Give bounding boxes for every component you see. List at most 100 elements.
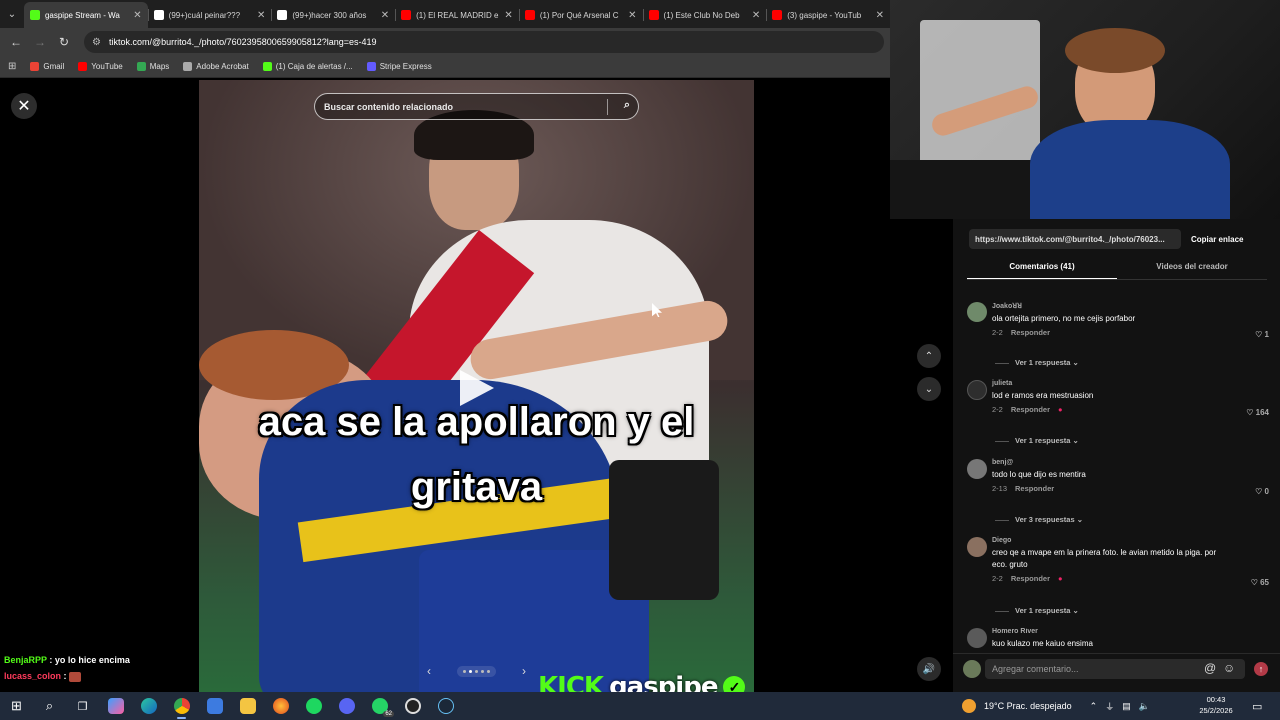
usb-icon[interactable]: ⏚ [1105,700,1114,713]
reply-button[interactable]: Responder [1011,328,1050,337]
reload-button[interactable]: ↻ [54,32,74,52]
comment-avatar[interactable] [967,537,987,557]
bookmark-item[interactable]: (1) Caja de alertas /... [262,62,353,71]
store-button[interactable] [198,692,231,720]
carousel-dot[interactable] [487,669,490,673]
tray-chevron-icon[interactable]: ⌃ [1090,701,1098,712]
discord-button[interactable] [330,692,363,720]
browser-tab[interactable]: (1) Este Club No Deb ✕ [642,2,767,28]
close-button[interactable]: ✕ [11,93,37,119]
send-comment-button[interactable]: ↑ [1254,662,1268,676]
comment-like-button[interactable]: ♡ 65 [1251,578,1269,587]
browser-tab[interactable]: (1) El REAL MADRID e ✕ [395,2,519,28]
volume-icon[interactable]: 🔊 [917,657,941,681]
tab-close-icon[interactable]: ✕ [876,10,884,21]
reply-button[interactable]: Responder [1011,574,1050,583]
tab-title: (3) gaspipe - YouTub [787,10,862,20]
tab-creator-videos[interactable]: Videos del creador [1117,258,1267,280]
forward-button[interactable]: → [30,32,50,52]
edge-button[interactable] [132,692,165,720]
comment-like-button[interactable]: ♡ 0 [1255,487,1269,496]
chrome-button[interactable] [165,692,198,720]
comment-username[interactable]: Diego [992,537,1219,544]
view-replies-button[interactable]: Ver 1 respuesta ⌄ [992,358,1079,367]
weather-icon[interactable] [962,699,976,713]
comment-avatar[interactable] [967,302,987,322]
browser-tab[interactable]: (3) gaspipe - YouTub ✕ [766,2,890,28]
bookmark-item[interactable]: Adobe Acrobat [183,62,249,71]
apps-grid-icon[interactable]: ⊞ [8,61,16,72]
share-link-field[interactable]: https://www.tiktok.com/@burrito4._/photo… [969,229,1181,249]
firefox-button[interactable] [264,692,297,720]
comment-username[interactable]: Joakoꓤꓤ [992,302,1269,310]
bookmark-item[interactable]: Maps [136,62,169,71]
comment-username[interactable]: Homero River [992,628,1269,635]
notifications-icon[interactable]: ▭ [1252,700,1262,713]
carousel-dot[interactable] [481,669,484,673]
emoji-icon[interactable]: ☺ [1223,661,1235,675]
bookmark-item[interactable]: Stripe Express [366,62,432,71]
bookmark-favicon-icon [366,62,376,71]
comment-item: Joakoꓤꓤ ola ortejita primero, no me ceji… [967,302,1269,367]
tab-close-icon[interactable]: ✕ [628,10,636,21]
comment-avatar[interactable] [967,628,987,648]
previous-post-button[interactable]: ⌃ [917,344,941,368]
tab-comments[interactable]: Comentarios (41) [967,258,1117,280]
creator-liked-icon: ● [1058,574,1063,583]
view-replies-button[interactable]: Ver 1 respuesta ⌄ [992,436,1079,445]
browser-tab[interactable]: (99+)hacer 300 años ✕ [271,2,395,28]
taskbar-search-button[interactable]: ⌕ [33,692,66,720]
tab-close-icon[interactable]: ✕ [504,10,512,21]
comment-avatar[interactable] [967,380,987,400]
carousel-dot[interactable] [469,669,472,673]
comment-username[interactable]: julieta [992,380,1269,387]
related-search-input[interactable]: Buscar contenido relacionado ⌕ [314,93,639,120]
address-bar[interactable]: ⚙ tiktok.com/@burrito4._/photo/760239580… [84,31,884,53]
reply-button[interactable]: Responder [1011,405,1050,414]
browser-tab[interactable]: (99+)cuál peinar??? ✕ [147,2,272,28]
comment-like-button[interactable]: ♡ 1 [1255,330,1269,339]
view-replies-label: Ver 1 respuesta [1015,436,1071,445]
comment-like-button[interactable]: ♡ 164 [1246,408,1269,417]
comment-avatar[interactable] [967,459,987,479]
tab-search-button[interactable]: ⌄ [0,0,24,28]
task-view-button[interactable]: ❐ [66,692,99,720]
view-replies-button[interactable]: Ver 1 respuesta ⌄ [992,606,1079,615]
comment-like-count: 1 [1264,330,1269,339]
site-info-icon[interactable]: ⚙ [92,37,101,48]
comment-text: ola ortejita primero, no me cejis porfab… [992,314,1136,323]
whatsapp-button[interactable]: 62 [363,692,396,720]
reply-button[interactable]: Responder [1015,484,1054,493]
copy-link-button[interactable]: Copiar enlace [1187,235,1243,244]
obs-button[interactable] [396,692,429,720]
back-button[interactable]: ← [6,32,26,52]
start-button[interactable]: ⊞ [0,692,33,720]
browser-tab[interactable]: (1) Por Qué Arsenal C ✕ [518,2,643,28]
bookmark-item[interactable]: YouTube [78,62,123,71]
view-replies-button[interactable]: Ver 3 respuestas ⌄ [992,515,1083,524]
explorer-button[interactable] [231,692,264,720]
carousel-next-button[interactable]: › [514,664,534,678]
mention-icon[interactable]: @ [1204,661,1216,675]
network-icon[interactable]: ▤ [1122,701,1131,712]
tab-close-icon[interactable]: ✕ [257,10,265,21]
spotify-button[interactable] [297,692,330,720]
tab-close-icon[interactable]: ✕ [133,10,141,21]
system-clock[interactable]: 00:43 25/2/2026 [1196,694,1236,716]
carousel-prev-button[interactable]: ‹ [419,664,439,678]
steam-button[interactable] [429,692,462,720]
volume-tray-icon[interactable]: 🔈 [1139,701,1150,712]
browser-tab[interactable]: gaspipe Stream - Wa ✕ [23,2,148,28]
tab-favicon-icon [153,10,164,20]
bookmark-item[interactable]: Gmail [30,62,64,71]
next-post-button[interactable]: ⌄ [917,377,941,401]
carousel-dot[interactable] [463,669,466,673]
copilot-button[interactable] [99,692,132,720]
carousel-dots [457,665,496,677]
tab-close-icon[interactable]: ✕ [752,10,760,21]
comment-username[interactable]: benj@ [992,459,1269,466]
tab-close-icon[interactable]: ✕ [381,10,389,21]
weather-text[interactable]: 19°C Prac. despejado [984,701,1072,711]
search-icon[interactable]: ⌕ [624,99,630,112]
carousel-dot[interactable] [475,669,478,673]
